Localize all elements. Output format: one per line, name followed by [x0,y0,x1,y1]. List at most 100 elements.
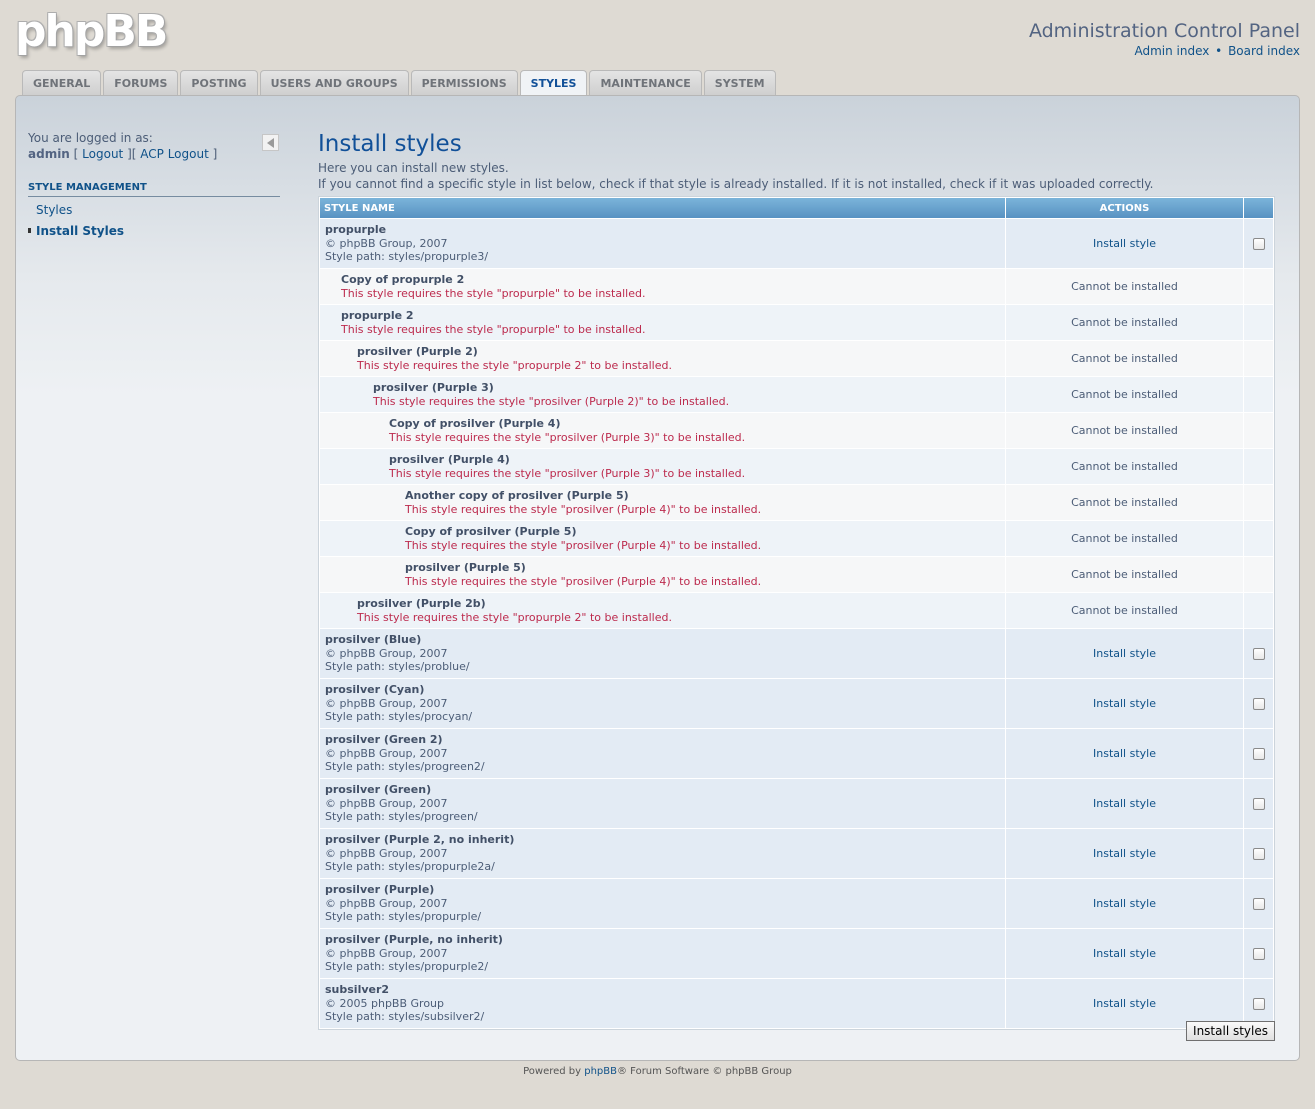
install-style-link[interactable]: Install style [1093,897,1156,910]
logout-link[interactable]: Logout [82,147,123,161]
sidebar-item-styles[interactable]: Styles [28,197,280,218]
style-action-cell: Cannot be installed [1006,485,1243,520]
description-line-1: Here you can install new styles. [318,161,509,175]
style-action-cell: Install style [1006,679,1243,728]
style-path: Style path: styles/procyan/ [325,710,473,724]
cannot-install-label: Cannot be installed [1071,387,1178,401]
style-name: prosilver (Purple 2b) [357,597,486,610]
style-action-cell: Cannot be installed [1006,377,1243,412]
style-name-cell: prosilver (Purple, no inherit) © phpBB Gr… [320,929,1005,978]
style-action-cell: Install style [1006,829,1243,878]
install-style-link[interactable]: Install style [1093,647,1156,660]
select-cell [1244,305,1273,340]
style-error: This style requires the style "prosilver… [389,430,746,444]
select-style-checkbox[interactable] [1252,797,1265,810]
sidebar: You are logged in as: admin [ Logout ][ … [28,130,280,239]
column-header-actions: ACTIONS [1006,198,1243,218]
style-error: This style requires the style "prosilver… [405,574,762,588]
tab-maintenance[interactable]: MAINTENANCE [589,70,702,95]
tab-system[interactable]: SYSTEM [703,70,776,95]
style-name-cell: subsilver2 © 2005 phpBB Group Style path: … [320,979,1005,1028]
install-style-link[interactable]: Install style [1093,847,1156,860]
style-name-cell: prosilver (Purple 5) This style requires … [320,557,1005,592]
table-header-row: STYLE NAME ACTIONS [320,198,1273,218]
select-style-checkbox[interactable] [1252,847,1265,860]
style-error: This style requires the style "propurple… [357,358,672,372]
style-copyright: © phpBB Group, 2007 [325,896,448,910]
board-index-link[interactable]: Board index [1228,44,1300,58]
install-style-link[interactable]: Install style [1093,947,1156,960]
tab-forums[interactable]: FORUMS [103,70,179,95]
style-path: Style path: styles/propurple2/ [325,960,489,974]
style-name-cell: prosilver (Purple 2, no inherit) © phpBB … [320,829,1005,878]
select-style-checkbox[interactable] [1252,647,1265,660]
cannot-install-label: Cannot be installed [1071,567,1178,581]
style-copyright: © phpBB Group, 2007 [325,846,448,860]
style-name-cell: propurple © phpBB Group, 2007 Style path: … [320,219,1005,268]
install-style-link[interactable]: Install style [1093,697,1156,710]
table-row: subsilver2 © 2005 phpBB Group Style path: … [320,979,1273,1028]
select-style-checkbox[interactable] [1252,697,1265,710]
select-style-checkbox[interactable] [1252,747,1265,760]
install-style-link[interactable]: Install style [1093,997,1156,1010]
style-path: Style path: styles/problue/ [325,660,470,674]
style-name-cell: prosilver (Purple 3) This style requires … [320,377,1005,412]
tab-users-and-groups[interactable]: USERS AND GROUPS [259,70,409,95]
style-name: propurple [325,223,387,237]
style-name: prosilver (Green 2) [325,733,443,747]
style-action-cell: Cannot be installed [1006,557,1243,592]
cannot-install-label: Cannot be installed [1071,315,1178,329]
table-row: prosilver (Purple 4) This style requires … [320,449,1273,484]
style-name: prosilver (Purple) [325,883,435,897]
style-name-cell: prosilver (Green) © phpBB Group, 2007 Styl… [320,779,1005,828]
select-cell [1244,829,1273,878]
table-row: Copy of propurple 2 This style requires t… [320,269,1273,304]
select-cell [1244,679,1273,728]
style-action-cell: Cannot be installed [1006,413,1243,448]
select-style-checkbox[interactable] [1252,947,1265,960]
sidebar-item-label[interactable]: Install Styles [36,224,124,238]
collapse-menu-icon[interactable] [262,134,279,151]
phpbb-footer-link[interactable]: phpBB [584,1066,617,1077]
cannot-install-label: Cannot be installed [1071,459,1178,473]
tab-general[interactable]: GENERAL [22,70,102,95]
description-line-2: If you cannot find a specific style in l… [318,177,1154,191]
select-style-checkbox[interactable] [1252,897,1265,910]
cannot-install-label: Cannot be installed [1071,495,1178,509]
tab-styles[interactable]: STYLES [519,70,588,96]
sidebar-item-install-styles[interactable]: Install Styles [28,218,280,239]
install-styles-button[interactable]: Install styles [1186,1021,1275,1041]
install-style-link[interactable]: Install style [1093,797,1156,810]
select-cell [1244,929,1273,978]
logged-in-label: You are logged in as: [28,131,153,145]
login-info: You are logged in as: admin [ Logout ][ … [28,131,218,161]
tab-posting[interactable]: POSTING [180,70,258,95]
cannot-install-label: Cannot be installed [1071,531,1178,545]
style-copyright: © phpBB Group, 2007 [325,946,448,960]
install-style-link[interactable]: Install style [1093,237,1156,250]
style-name-cell: Another copy of prosilver (Purple 5) This… [320,485,1005,520]
select-style-checkbox[interactable] [1252,237,1265,250]
header-links: Admin index • Board index [1134,44,1300,58]
style-name-cell: Copy of propurple 2 This style requires t… [320,269,1005,304]
cannot-install-label: Cannot be installed [1071,423,1178,437]
sidebar-item-label[interactable]: Styles [36,203,72,217]
install-style-link[interactable]: Install style [1093,747,1156,760]
style-path: Style path: styles/subsilver2/ [325,1010,485,1024]
acp-logout-link[interactable]: ACP Logout [140,147,209,161]
footer-suffix: ® Forum Software © phpBB Group [617,1066,792,1077]
tab-permissions[interactable]: PERMISSIONS [410,70,518,95]
style-name: Another copy of prosilver (Purple 5) [405,489,629,502]
style-error: This style requires the style "prosilver… [373,394,730,408]
select-cell [1244,779,1273,828]
select-style-checkbox[interactable] [1252,997,1265,1010]
cannot-install-label: Cannot be installed [1071,351,1178,365]
style-copyright: © phpBB Group, 2007 [325,746,448,760]
select-cell [1244,377,1273,412]
table-row: prosilver (Purple 2) This style requires … [320,341,1273,376]
table-row: prosilver (Purple 3) This style requires … [320,377,1273,412]
style-name-cell: prosilver (Purple) © phpBB Group, 2007 Sty… [320,879,1005,928]
admin-index-link[interactable]: Admin index [1134,44,1209,58]
table-row: prosilver (Green) © phpBB Group, 2007 Styl… [320,779,1273,828]
style-action-cell: Install style [1006,929,1243,978]
